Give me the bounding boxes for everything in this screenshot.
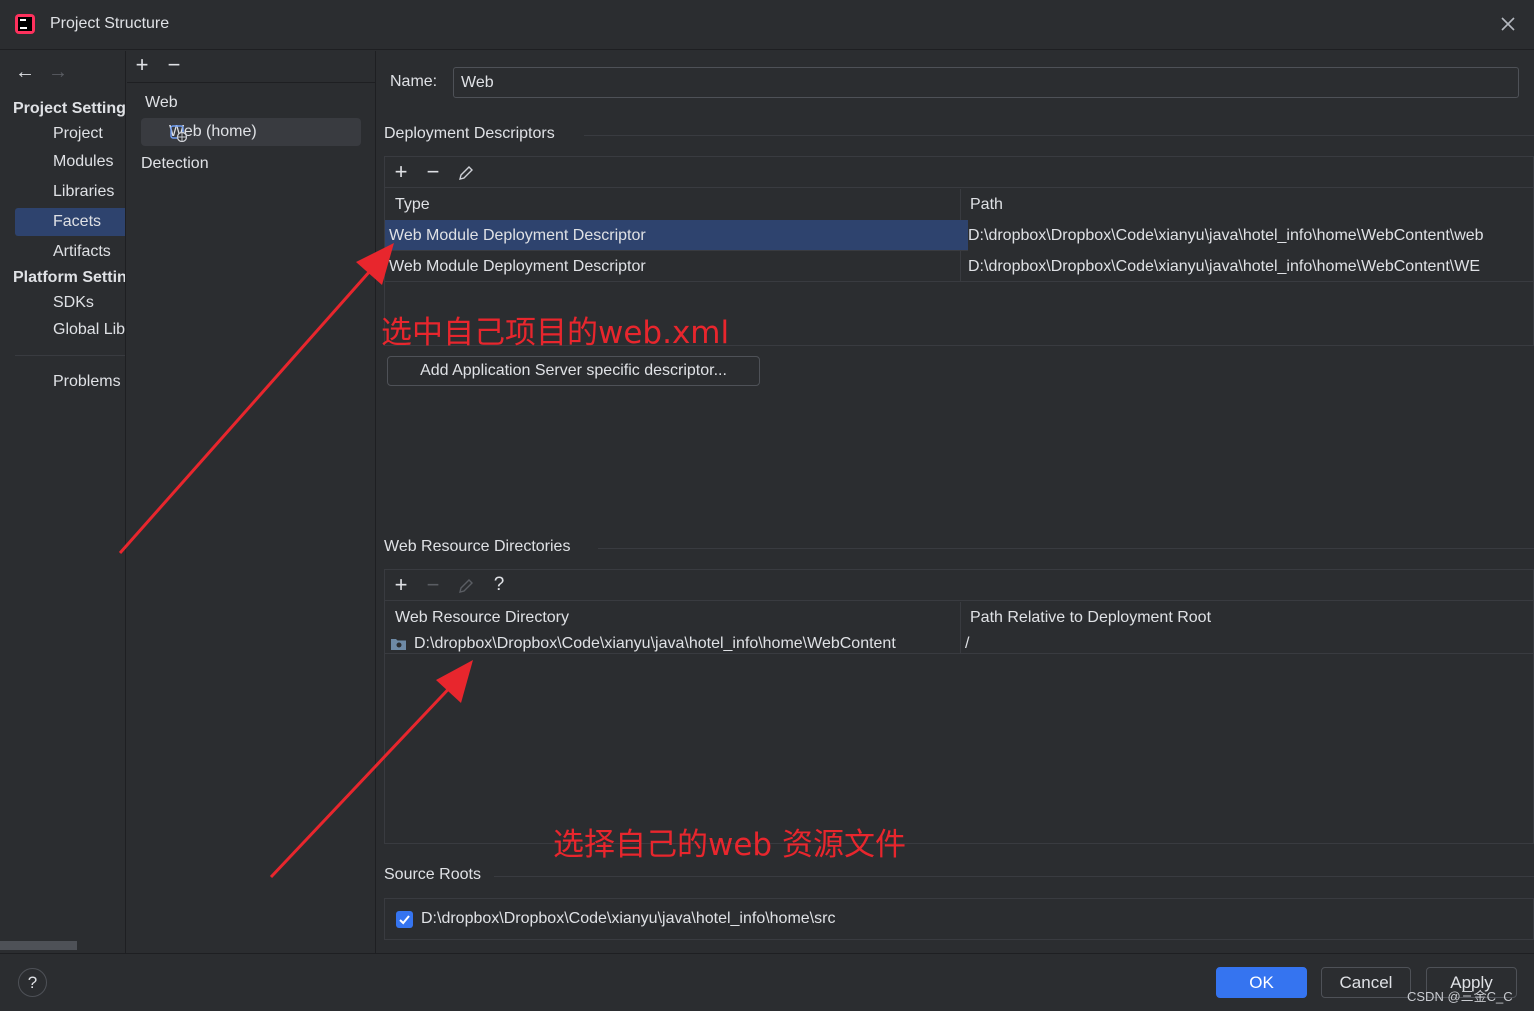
close-icon[interactable] xyxy=(1496,12,1520,36)
sidebar-item-global-libraries[interactable]: Global Libraries xyxy=(15,316,125,344)
name-label: Name: xyxy=(390,73,438,90)
column-header-web-resource-directory[interactable]: Web Resource Directory xyxy=(385,602,960,633)
descriptor-path: D:\dropbox\Dropbox\Code\xianyu\java\hote… xyxy=(968,220,1533,251)
add-icon[interactable]: + xyxy=(390,161,412,183)
checkmark-icon xyxy=(399,915,410,925)
sidebar-divider xyxy=(15,355,125,356)
csdn-watermark: CSDN @三金C_C xyxy=(1407,989,1513,1004)
help-button[interactable]: ? xyxy=(18,968,47,997)
platform-settings-header: Platform Settings xyxy=(13,269,126,286)
web-resources-toolbar: + − ? xyxy=(385,570,1533,601)
forward-arrow-icon[interactable]: → xyxy=(47,61,69,83)
sidebar-item-artifacts[interactable]: Artifacts xyxy=(15,238,125,266)
descriptor-type: Web Module Deployment Descriptor xyxy=(389,227,646,244)
cancel-button[interactable]: Cancel xyxy=(1321,967,1411,998)
ok-button[interactable]: OK xyxy=(1216,967,1307,998)
source-roots-title: Source Roots xyxy=(384,866,481,883)
add-icon[interactable]: + xyxy=(131,54,153,76)
facets-toolbar: + − xyxy=(127,51,376,83)
column-header-path-relative[interactable]: Path Relative to Deployment Root xyxy=(960,602,1533,633)
section-divider xyxy=(584,135,1534,136)
column-header-type[interactable]: Type xyxy=(385,189,960,220)
back-arrow-icon[interactable]: ← xyxy=(14,61,36,83)
facets-tree-pane: + − Web Web (home) Detection xyxy=(127,51,376,953)
deployment-descriptors-title: Deployment Descriptors xyxy=(384,125,555,142)
annotation-select-web-resources: 选择自己的web 资源文件 xyxy=(553,827,906,863)
settings-sidebar: ← → Project Settings Project Modules Lib… xyxy=(0,51,126,953)
source-root-path: D:\dropbox\Dropbox\Code\xianyu\java\hote… xyxy=(421,910,836,927)
project-settings-header: Project Settings xyxy=(13,100,126,117)
deployment-toolbar: + − xyxy=(385,157,1533,188)
window-title: Project Structure xyxy=(50,15,170,32)
descriptor-path: D:\dropbox\Dropbox\Code\xianyu\java\hote… xyxy=(968,258,1480,275)
table-row[interactable]: D:\dropbox\Dropbox\Code\xianyu\java\hote… xyxy=(385,633,1533,654)
sidebar-item-facets[interactable]: Facets xyxy=(15,208,125,236)
help-icon[interactable]: ? xyxy=(488,574,510,596)
tree-group-web[interactable]: Web xyxy=(145,89,178,117)
sidebar-item-modules[interactable]: Modules xyxy=(15,148,125,176)
web-resource-path: D:\dropbox\Dropbox\Code\xianyu\java\hote… xyxy=(414,635,896,652)
web-resource-directories-title: Web Resource Directories xyxy=(384,538,571,555)
sidebar-item-libraries[interactable]: Libraries xyxy=(15,178,125,206)
descriptor-type: Web Module Deployment Descriptor xyxy=(389,258,646,275)
title-bar xyxy=(0,0,1534,50)
sidebar-scrollbar[interactable] xyxy=(0,941,77,950)
add-server-descriptor-button[interactable]: Add Application Server specific descript… xyxy=(387,356,760,386)
section-divider xyxy=(494,876,1534,877)
sidebar-item-project[interactable]: Project xyxy=(15,120,125,148)
web-resource-directories-table: + − ? Web Resource Directory Path Relati… xyxy=(384,569,1534,844)
sidebar-item-problems[interactable]: Problems xyxy=(15,368,125,396)
column-header-path[interactable]: Path xyxy=(960,189,1533,220)
remove-icon[interactable]: − xyxy=(422,574,444,596)
remove-icon[interactable]: − xyxy=(163,54,185,76)
folder-icon xyxy=(391,639,406,650)
web-facet-icon xyxy=(170,125,187,142)
relative-path: / xyxy=(965,635,970,652)
source-root-checkbox[interactable] xyxy=(396,911,413,928)
table-row[interactable]: Web Module Deployment Descriptor D:\drop… xyxy=(385,220,1533,251)
tree-item-detection[interactable]: Detection xyxy=(141,150,209,178)
sidebar-item-sdks[interactable]: SDKs xyxy=(15,289,125,317)
name-input[interactable] xyxy=(453,67,1519,98)
edit-pencil-icon[interactable] xyxy=(457,164,475,182)
annotation-select-web-xml: 选中自己项目的web.xml xyxy=(381,315,730,351)
intellij-app-icon xyxy=(15,14,35,34)
table-row[interactable]: Web Module Deployment Descriptor D:\drop… xyxy=(385,251,1533,282)
section-divider xyxy=(598,548,1534,549)
add-icon[interactable]: + xyxy=(390,574,412,596)
source-roots-list: D:\dropbox\Dropbox\Code\xianyu\java\hote… xyxy=(384,898,1534,940)
edit-pencil-icon[interactable] xyxy=(457,577,475,595)
remove-icon[interactable]: − xyxy=(422,161,444,183)
